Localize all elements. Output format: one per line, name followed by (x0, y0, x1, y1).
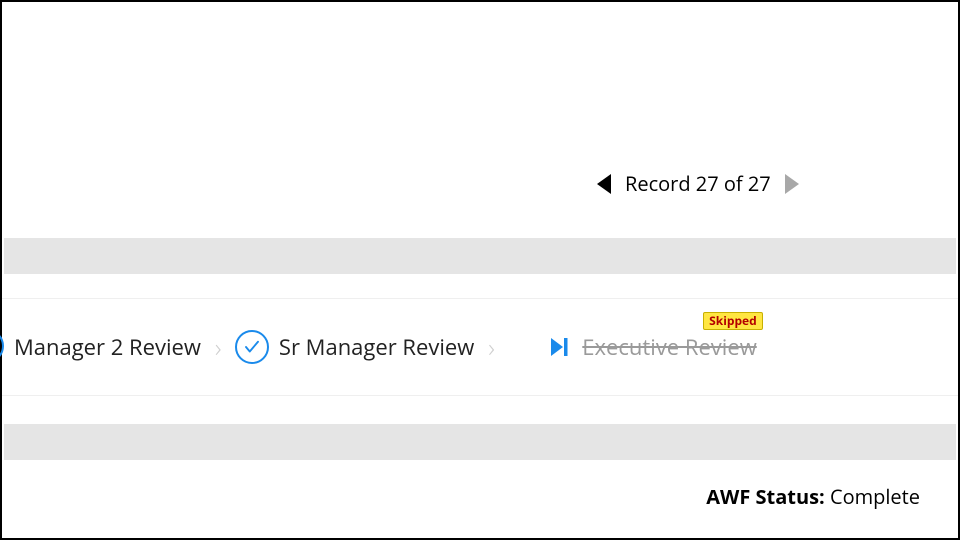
workflow-step-label: Executive Review (582, 332, 756, 362)
check-circle-icon (0, 329, 4, 363)
record-navigator: Record 27 of 27 (597, 170, 799, 197)
awf-status-value: Complete (830, 483, 920, 510)
chevron-right-icon: › (201, 329, 235, 365)
app-frame: Record 27 of 27 Manager 2 Review › Sr Ma… (0, 0, 960, 540)
workflow-step-executive-review[interactable]: Executive Review Skipped (548, 332, 756, 362)
skipped-badge: Skipped (703, 312, 763, 330)
awf-status-label: AWF Status: (706, 483, 825, 510)
check-circle-icon (235, 330, 269, 364)
skip-forward-icon (548, 334, 572, 360)
workflow-step-label: Manager 2 Review (14, 332, 201, 362)
workflow-step-sr-manager-review[interactable]: Sr Manager Review (235, 330, 474, 364)
separator-bar-bottom (4, 424, 956, 460)
record-position-text: Record 27 of 27 (625, 170, 771, 197)
next-record-button[interactable] (785, 174, 799, 194)
workflow-steps: Manager 2 Review › Sr Manager Review › E… (2, 298, 958, 396)
previous-record-button[interactable] (597, 174, 611, 194)
workflow-step-label: Sr Manager Review (279, 332, 474, 362)
workflow-step-manager-2-review[interactable]: Manager 2 Review (0, 327, 201, 367)
separator-bar-top (4, 238, 956, 274)
chevron-right-icon: › (474, 329, 508, 365)
awf-status: AWF Status: Complete (706, 483, 920, 510)
